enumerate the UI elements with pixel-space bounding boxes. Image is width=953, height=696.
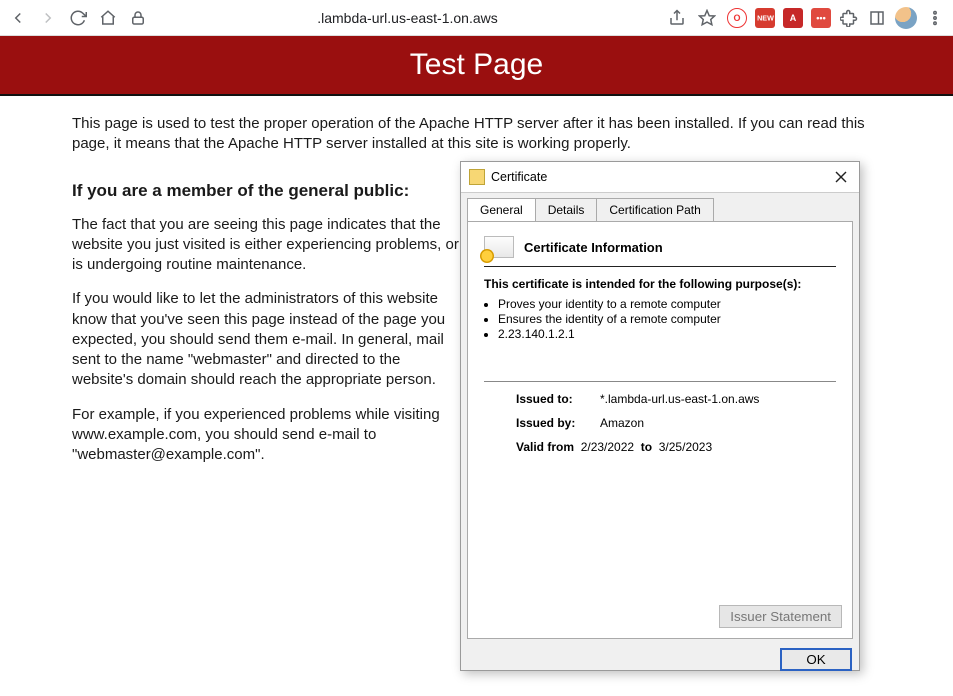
dialog-titlebar: Certificate	[461, 162, 859, 193]
issued-to-value: *.lambda-url.us-east-1.on.aws	[600, 392, 759, 406]
profile-avatar[interactable]	[895, 7, 917, 29]
tab-certification-path[interactable]: Certification Path	[596, 198, 713, 222]
lock-icon[interactable]	[128, 8, 148, 28]
extension-icon[interactable]: •••	[811, 8, 831, 28]
close-icon[interactable]	[831, 167, 851, 187]
extension-icon-new[interactable]: NEW	[755, 8, 775, 28]
ok-button[interactable]: OK	[781, 649, 851, 670]
purpose-item: 2.23.140.1.2.1	[498, 327, 836, 341]
cert-info-title: Certificate Information	[524, 240, 663, 255]
extensions-puzzle-icon[interactable]	[839, 8, 859, 28]
address-bar[interactable]: .lambda-url.us-east-1.on.aws	[158, 10, 657, 26]
body-text: For example, if you experienced problems…	[72, 405, 462, 466]
purpose-item: Proves your identity to a remote compute…	[498, 297, 836, 311]
body-text: The fact that you are seeing this page i…	[72, 215, 462, 276]
extension-icon[interactable]: A	[783, 8, 803, 28]
forward-icon[interactable]	[38, 8, 58, 28]
star-icon[interactable]	[697, 8, 717, 28]
intro-text: This page is used to test the proper ope…	[72, 114, 881, 155]
issued-by-label: Issued by:	[516, 416, 600, 430]
menu-dots-icon[interactable]	[925, 8, 945, 28]
purpose-list: Proves your identity to a remote compute…	[498, 297, 836, 341]
certificate-dialog: Certificate General Details Certificatio…	[460, 161, 860, 671]
issued-to-label: Issued to:	[516, 392, 600, 406]
dialog-title: Certificate	[491, 170, 825, 184]
back-icon[interactable]	[8, 8, 28, 28]
certificate-badge-icon	[484, 236, 514, 258]
tab-details[interactable]: Details	[535, 198, 598, 222]
purpose-item: Ensures the identity of a remote compute…	[498, 312, 836, 326]
share-icon[interactable]	[667, 8, 687, 28]
valid-to-value: 3/25/2023	[659, 440, 712, 454]
extensions-area: O NEW A •••	[727, 7, 945, 29]
issuer-statement-button[interactable]: Issuer Statement	[719, 605, 842, 628]
issued-by-value: Amazon	[600, 416, 644, 430]
tab-strip: General Details Certification Path	[461, 193, 859, 221]
tab-panel-general: Certificate Information This certificate…	[467, 221, 853, 639]
browser-toolbar: .lambda-url.us-east-1.on.aws O NEW A •••	[0, 0, 953, 36]
panel-icon[interactable]	[867, 8, 887, 28]
validity-row: Valid from 2/23/2022 to 3/25/2023	[516, 440, 836, 454]
purpose-heading: This certificate is intended for the fol…	[484, 277, 836, 291]
reload-icon[interactable]	[68, 8, 88, 28]
home-icon[interactable]	[98, 8, 118, 28]
certificate-file-icon	[469, 169, 485, 185]
tab-general[interactable]: General	[467, 198, 536, 222]
extension-icon[interactable]: O	[727, 8, 747, 28]
valid-from-label: Valid from	[516, 440, 574, 454]
page-banner: Test Page	[0, 36, 953, 96]
valid-from-value: 2/23/2022	[581, 440, 634, 454]
body-text: If you would like to let the administrat…	[72, 289, 462, 390]
valid-to-label: to	[641, 440, 652, 454]
